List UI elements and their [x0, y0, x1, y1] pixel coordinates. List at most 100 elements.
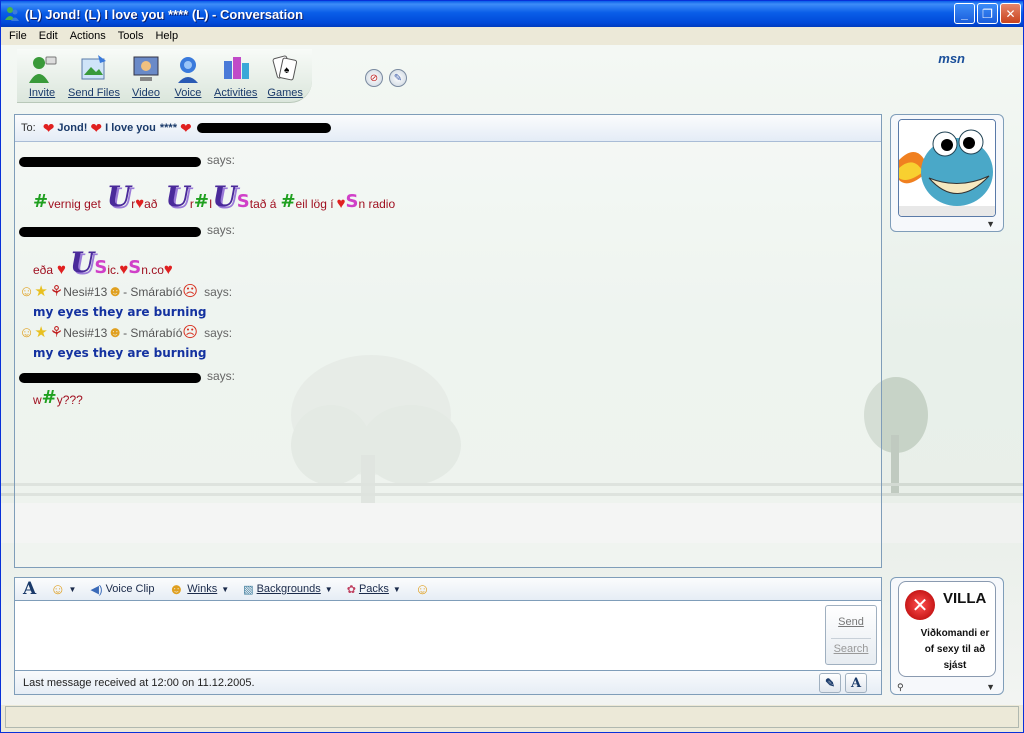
block-button[interactable]: ⊘: [365, 69, 383, 87]
handwriting-button[interactable]: ✎: [819, 673, 841, 693]
heart-m-emoticon: ♥: [119, 261, 129, 278]
bottom-status-strip: [5, 706, 1019, 728]
monster-avatar-icon: [899, 120, 995, 216]
video-button[interactable]: Video: [130, 53, 162, 99]
message-text: my eyes they are burning: [33, 305, 207, 319]
status-bar: Last message received at 12:00 on 11.12.…: [14, 671, 882, 695]
message-input[interactable]: Send Search: [14, 601, 882, 671]
title-bar[interactable]: (L) Jond! (L) I love you **** (L) - Conv…: [1, 1, 1023, 27]
activities-button[interactable]: Activities: [214, 53, 257, 99]
ad-panel[interactable]: ✕ VILLA Viðkomandi er of sexy til að sjá…: [890, 577, 1004, 695]
send-files-button[interactable]: Send Files: [68, 53, 120, 99]
nudge-icon: ☺: [414, 580, 431, 598]
search-button[interactable]: Search: [834, 643, 869, 655]
chevron-down-icon: ▼: [324, 584, 333, 594]
font-icon: A: [850, 675, 862, 691]
sender-line: says:: [19, 363, 879, 383]
redacted-sender: [19, 157, 201, 167]
u-emoticon: U: [106, 180, 132, 213]
send-button[interactable]: Send Search: [825, 605, 877, 665]
chevron-down-icon: ▼: [392, 584, 401, 594]
pen-icon: ✎: [824, 676, 836, 690]
main-toolbar: Invite Send Files Video Voice Activities…: [17, 49, 407, 103]
games-button[interactable]: ♠ Games: [267, 53, 303, 99]
sender-line: says:: [19, 147, 879, 167]
heart-m-emoticon: ♥: [57, 261, 66, 278]
error-icon: ✕: [905, 590, 935, 620]
ad-banner[interactable]: ✕ VILLA Viðkomandi er of sexy til að sjá…: [898, 581, 996, 677]
conversation-history[interactable]: To: ❤ Jond! ❤ I love you **** ❤ says: # …: [14, 114, 882, 568]
heart-m-emoticon: ♥: [135, 195, 145, 212]
h-emoticon: #: [280, 191, 296, 212]
gift-icon: ✿: [346, 583, 356, 596]
link-icon[interactable]: ⚲: [897, 682, 904, 693]
star-icon: ★: [34, 324, 48, 341]
chevron-down-icon: ▼: [221, 584, 230, 594]
s-emoticon: S: [128, 257, 142, 278]
rose-icon: ⚘: [49, 324, 64, 341]
heart-icon: ❤: [179, 119, 192, 136]
redacted-sender: [19, 373, 201, 383]
avatar: [898, 119, 996, 217]
picture-icon: ▧: [243, 583, 254, 596]
h-emoticon: #: [33, 191, 49, 212]
invite-button[interactable]: Invite: [26, 53, 58, 99]
message-text: eða ♥ U S ic. ♥ S n.co ♥: [33, 246, 173, 279]
invite-icon: [29, 56, 57, 83]
minimize-button[interactable]: _: [954, 3, 975, 24]
u-emoticon: U: [212, 180, 237, 213]
smiley-icon: ☺: [50, 580, 66, 598]
u-emoticon: U: [69, 246, 95, 279]
message-text: my eyes they are burning: [33, 346, 207, 360]
backgrounds-button[interactable]: ▧ Backgrounds ▼: [243, 583, 333, 596]
menu-edit[interactable]: Edit: [33, 30, 64, 42]
activities-icon: [223, 57, 249, 79]
star-icon: ★: [34, 283, 48, 300]
rose-icon: ⚘: [49, 283, 64, 300]
chevron-down-icon[interactable]: ▼: [986, 219, 995, 229]
voice-icon: [177, 57, 198, 83]
msn-buddy-icon: [5, 7, 19, 21]
wink-icon: ☻: [168, 580, 185, 598]
nudge-button[interactable]: ☺: [415, 582, 430, 597]
angry-face-icon: ☹: [182, 283, 199, 300]
menu-file[interactable]: File: [3, 30, 33, 42]
svg-text:♠: ♠: [284, 65, 290, 76]
close-button[interactable]: ✕: [1000, 3, 1021, 24]
chevron-down-icon: ▼: [68, 584, 77, 594]
s-emoticon: S: [236, 191, 250, 212]
emoticons-button[interactable]: ☺ ▼: [50, 582, 76, 597]
s-emoticon: S: [94, 257, 108, 278]
video-icon: [133, 56, 159, 81]
send-files-icon: [81, 55, 106, 80]
menu-actions[interactable]: Actions: [64, 30, 112, 42]
sender-line: ☺ ★ ⚘ Nesi#13 ☻ - Smárabíó ☹ says:: [19, 283, 233, 300]
wink-face-icon: ☺: [19, 324, 35, 341]
smiley-icon: ☻: [107, 324, 124, 341]
message-text: # vernig get U r ♥ að U r # I U S tað á …: [33, 180, 396, 213]
menu-tools[interactable]: Tools: [112, 30, 150, 42]
s-emoticon: S: [345, 191, 359, 212]
heart-m-emoticon: ♥: [163, 261, 173, 278]
packs-button[interactable]: ✿ Packs ▼: [347, 583, 401, 596]
status-text: Last message received at 12:00 on 11.12.…: [23, 676, 255, 689]
menu-bar: File Edit Actions Tools Help: [1, 27, 1023, 45]
chevron-down-icon[interactable]: ▼: [986, 682, 995, 693]
contact-display-picture[interactable]: ▼: [890, 114, 1004, 232]
wink-face-icon: ☺: [19, 283, 35, 300]
voice-button[interactable]: Voice: [172, 53, 204, 99]
font-button[interactable]: A: [23, 579, 36, 599]
heart-icon: ❤: [90, 119, 103, 136]
maximize-button[interactable]: ❐: [977, 3, 998, 24]
voice-clip-button[interactable]: ◀) Voice Clip: [90, 583, 154, 596]
font-color-button[interactable]: ✎: [389, 69, 407, 87]
message-list: says: # vernig get U r ♥ að U r # I U S …: [19, 147, 879, 407]
redacted-sender: [19, 227, 201, 237]
angry-face-icon: ☹: [182, 324, 199, 341]
text-mode-button[interactable]: A: [845, 673, 867, 693]
block-icon: ⊘: [369, 72, 379, 84]
winks-button[interactable]: ☻ Winks ▼: [169, 582, 230, 597]
menu-help[interactable]: Help: [149, 30, 184, 42]
window-title: (L) Jond! (L) I love you **** (L) - Conv…: [25, 6, 304, 22]
h-emoticon: #: [41, 387, 57, 408]
